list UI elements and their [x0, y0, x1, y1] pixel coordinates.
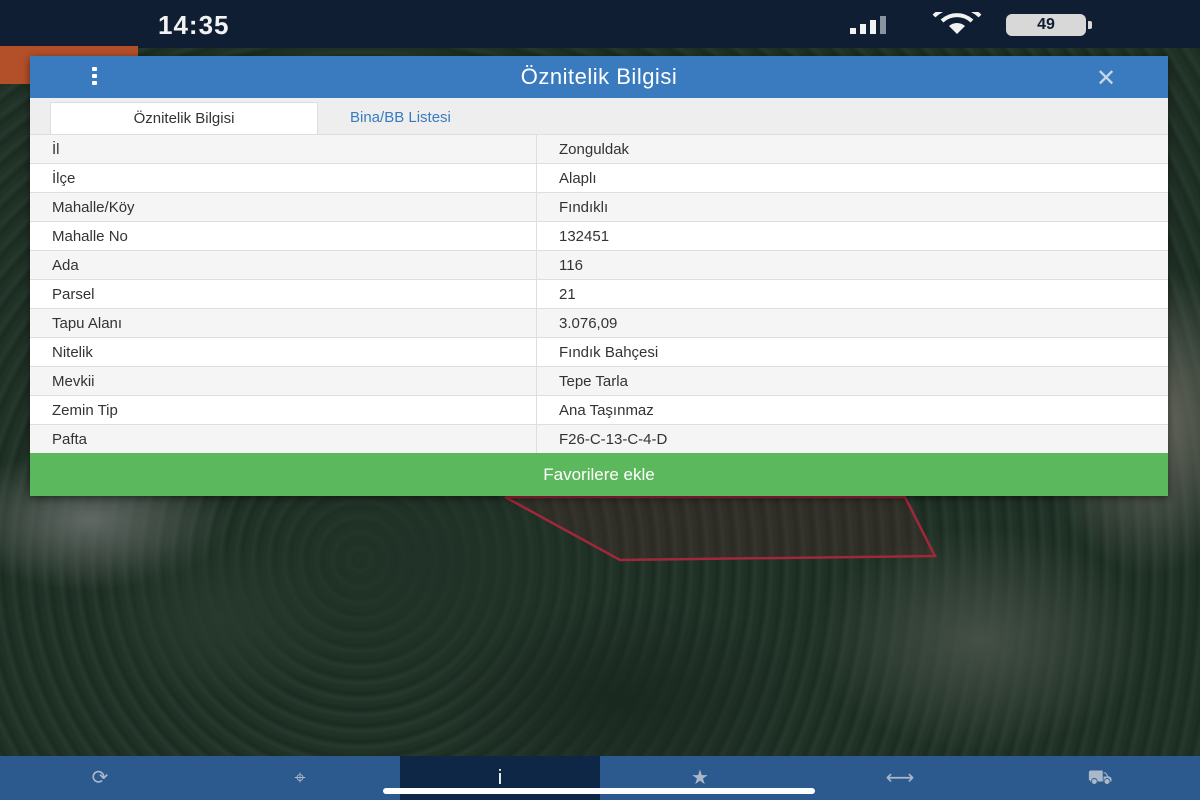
- attribute-value: 132451: [536, 221, 1168, 251]
- table-row: Zemin Tip Ana Taşınmaz: [30, 395, 1168, 425]
- tab-building-list[interactable]: Bina/BB Listesi: [332, 102, 469, 134]
- attribute-value: Tepe Tarla: [536, 366, 1168, 396]
- crosshair-icon[interactable]: ⌖: [200, 756, 400, 800]
- status-bar: 14:35 49: [0, 0, 1200, 48]
- measure-icon[interactable]: ⟷: [800, 756, 1000, 800]
- attribute-value: Fındık Bahçesi: [536, 337, 1168, 367]
- table-row: İlçe Alaplı: [30, 163, 1168, 193]
- attribute-value: 116: [536, 250, 1168, 280]
- attribute-table: İl Zonguldak İlçe Alaplı Mahalle/Köy Fındıklı…: [30, 134, 1168, 453]
- attribute-key: Parsel: [30, 279, 537, 309]
- table-row: Mahalle No 132451: [30, 221, 1168, 251]
- table-row: İl Zonguldak: [30, 134, 1168, 164]
- attribute-key: İlçe: [30, 163, 537, 193]
- attribute-value: Alaplı: [536, 163, 1168, 193]
- table-row: Ada 116: [30, 250, 1168, 280]
- parcel-polygon: [504, 495, 938, 562]
- attribute-value: 21: [536, 279, 1168, 309]
- dialog-header: Öznitelik Bilgisi ✕: [30, 56, 1168, 98]
- attribute-key: Ada: [30, 250, 537, 280]
- signal-icon: [850, 16, 886, 34]
- attribute-value: 3.076,09: [536, 308, 1168, 338]
- battery-level: 49: [1037, 16, 1055, 33]
- attribute-key: Mahalle/Köy: [30, 192, 537, 222]
- dialog-title: Öznitelik Bilgisi: [520, 64, 678, 89]
- attribute-key: Zemin Tip: [30, 395, 537, 425]
- table-row: Pafta F26-C-13-C-4-D: [30, 424, 1168, 453]
- attribute-value: F26-C-13-C-4-D: [536, 424, 1168, 453]
- car-icon[interactable]: ⛟: [1000, 756, 1200, 800]
- table-row: Parsel 21: [30, 279, 1168, 309]
- close-icon[interactable]: ✕: [1096, 64, 1116, 93]
- attribute-value: Ana Taşınmaz: [536, 395, 1168, 425]
- refresh-icon[interactable]: ⟳: [0, 756, 200, 800]
- attribute-value: Zonguldak: [536, 134, 1168, 164]
- attribute-key: Tapu Alanı: [30, 308, 537, 338]
- app-screen: 14:35 49 Öznitelik Bilgisi ✕ Öznitelik B…: [0, 0, 1200, 800]
- attribute-key: Mevkii: [30, 366, 537, 396]
- battery-icon: 49: [1006, 14, 1086, 36]
- attribute-key: Mahalle No: [30, 221, 537, 251]
- table-row: Tapu Alanı 3.076,09: [30, 308, 1168, 338]
- table-row: Nitelik Fındık Bahçesi: [30, 337, 1168, 367]
- battery-tip: [1088, 21, 1092, 29]
- add-to-favorites-button[interactable]: Favorilere ekle: [30, 453, 1168, 496]
- home-indicator: [383, 788, 815, 794]
- attribute-value: Fındıklı: [536, 192, 1168, 222]
- table-row: Mevkii Tepe Tarla: [30, 366, 1168, 396]
- attribute-key: İl: [30, 134, 537, 164]
- attribute-key: Nitelik: [30, 337, 537, 367]
- tab-bar: Öznitelik Bilgisi Bina/BB Listesi: [30, 98, 1168, 134]
- attribute-dialog: Öznitelik Bilgisi ✕ Öznitelik Bilgisi Bi…: [30, 56, 1168, 496]
- tab-attribute-info[interactable]: Öznitelik Bilgisi: [50, 102, 318, 134]
- table-row: Mahalle/Köy Fındıklı: [30, 192, 1168, 222]
- attribute-key: Pafta: [30, 424, 537, 453]
- wifi-icon: [932, 12, 982, 34]
- clock: 14:35: [158, 10, 230, 40]
